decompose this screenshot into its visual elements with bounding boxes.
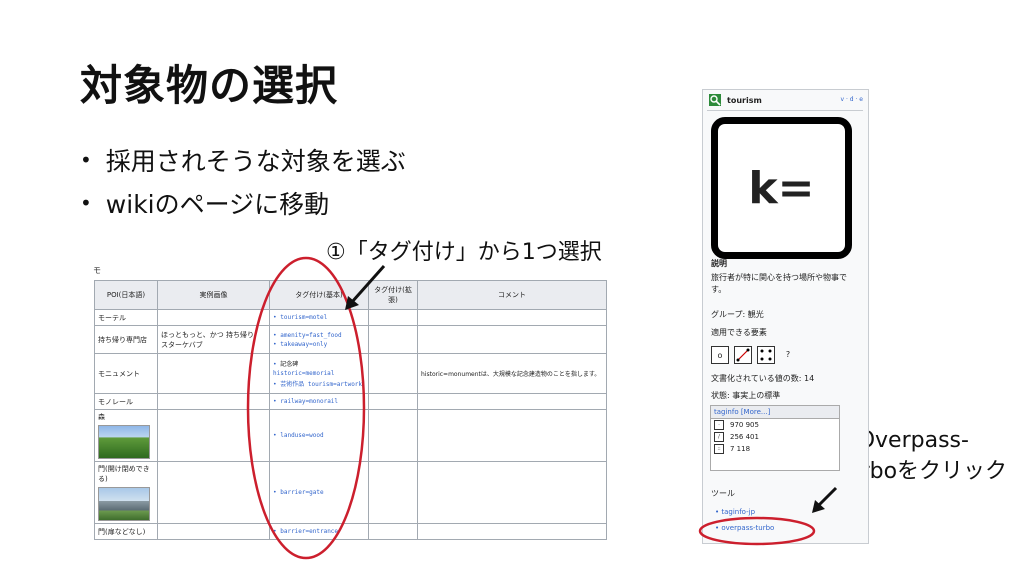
- highlight-oval-overpass: [698, 516, 816, 546]
- arrow-icon: [345, 265, 386, 310]
- arrow-icon: [812, 486, 838, 513]
- annotation-overlay: [246, 256, 838, 560]
